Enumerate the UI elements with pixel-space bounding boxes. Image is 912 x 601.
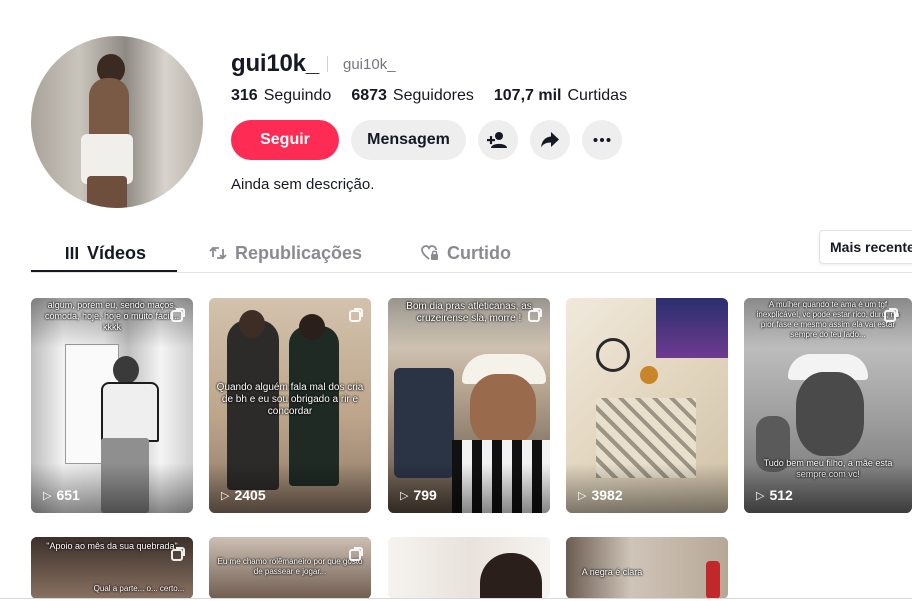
video-tile[interactable]: Bom dia pras atleticanas, as cruzeirense… (388, 298, 550, 513)
profile-stats: 316 Seguindo 6873 Seguidores 107,7 mil Curt… (231, 87, 627, 105)
tab-reposts[interactable]: Republicações (209, 234, 362, 272)
video-tile[interactable]: A negra é clara (566, 537, 728, 599)
following-stat[interactable]: 316 Seguindo (231, 87, 331, 105)
followers-count: 6873 (351, 87, 387, 104)
followers-stat[interactable]: 6873 Seguidores (351, 87, 474, 105)
person-plus-icon (487, 132, 507, 148)
video-views: ▷ 3982 (578, 487, 623, 503)
play-icon: ▷ (221, 489, 230, 502)
video-caption: algum, porém eu, sendo maços, cômoda, ho… (44, 300, 180, 332)
person-shirt (101, 382, 159, 442)
video-view-count: 2405 (234, 487, 266, 503)
person-head (113, 356, 139, 384)
video-caption: A negra é clara (581, 567, 643, 577)
person-face (796, 372, 864, 456)
video-caption: A mulher quando te ama é um tgf inexplic… (756, 300, 900, 339)
tab-videos[interactable]: Vídeos (65, 234, 146, 272)
video-tile[interactable]: algum, porém eu, sendo maços, cômoda, ho… (31, 298, 193, 513)
video-views: ▷ 512 (756, 487, 793, 503)
clothes-rack (394, 368, 454, 478)
fire-extinguisher (706, 561, 720, 599)
share-button[interactable] (530, 120, 570, 160)
following-count: 316 (231, 87, 258, 104)
person-face (470, 374, 536, 446)
share-arrow-icon (541, 132, 559, 148)
page-bottom-edge (0, 598, 912, 599)
handle-divider (327, 56, 328, 72)
video-views: ▷ 2405 (221, 487, 266, 503)
tabs-divider (31, 272, 912, 273)
ellipsis-icon (593, 138, 611, 142)
play-icon: ▷ (578, 489, 587, 502)
video-views: ▷ 799 (400, 487, 437, 503)
profile-bio: Ainda sem descrição. (231, 176, 375, 193)
profile-handle: gui10k_ (343, 56, 396, 73)
more-options-button[interactable] (582, 120, 622, 160)
video-view-count: 799 (413, 487, 437, 503)
video-view-count: 512 (769, 487, 793, 503)
video-view-count: 3982 (591, 487, 623, 503)
repost-icon (209, 246, 227, 260)
pinned-icon (884, 308, 898, 322)
video-tile[interactable]: A mulher quando te ama é um tgf inexplic… (744, 298, 912, 513)
video-tile[interactable] (388, 537, 550, 599)
sort-latest-button[interactable]: Mais recente (819, 230, 912, 264)
profile-username: gui10k_ (231, 50, 319, 77)
following-label: Seguindo (263, 87, 332, 104)
video-caption: "Apoio ao mês da sua quebrada" (46, 541, 178, 551)
pinned-icon (171, 547, 185, 561)
add-friend-button[interactable] (478, 120, 518, 160)
pinned-icon (171, 308, 185, 322)
video-tile[interactable]: Eu me chamo rolêmaneiro por que gosto de… (209, 537, 371, 599)
video-view-count: 651 (56, 487, 80, 503)
video-tile[interactable]: "Apoio ao mês da sua quebrada" Qual a pa… (31, 537, 193, 599)
tab-videos-label: Vídeos (87, 242, 147, 263)
followers-label: Seguidores (392, 87, 474, 104)
tab-liked-label: Curtido (447, 242, 511, 263)
pinned-icon (528, 308, 542, 322)
play-icon: ▷ (400, 489, 409, 502)
grid-bars-icon (66, 247, 78, 259)
avatar-figure-legs (87, 176, 127, 208)
profile-avatar[interactable] (31, 36, 203, 208)
person-left-head (239, 310, 265, 338)
heart-lock-icon (421, 245, 438, 260)
video-tile[interactable]: ▷ 3982 (566, 298, 728, 513)
likes-count: 107,7 mil (493, 87, 562, 104)
follow-button[interactable]: Seguir (231, 120, 339, 160)
video-caption-secondary: Qual a parte... o... certo... (93, 584, 185, 593)
play-icon: ▷ (756, 489, 765, 502)
tab-liked[interactable]: Curtido (421, 234, 511, 272)
background-lights (656, 298, 728, 358)
video-views: ▷ 651 (43, 487, 80, 503)
pinned-icon (349, 547, 363, 561)
video-caption: Eu me chamo rolêmaneiro por que gosto de… (217, 557, 363, 576)
pinned-icon (349, 308, 363, 322)
person-right-head (299, 314, 325, 340)
likes-label: Curtidas (567, 87, 628, 104)
video-caption: Quando alguém fala mal dos cria de bh e … (216, 382, 364, 417)
tab-reposts-label: Republicações (235, 242, 363, 263)
jersey-badge (640, 366, 658, 384)
play-icon: ▷ (43, 489, 52, 502)
jersey-crest (596, 338, 630, 372)
video-tile[interactable]: Quando alguém fala mal dos cria de bh e … (209, 298, 371, 513)
likes-stat: 107,7 mil Curtidas (494, 87, 627, 105)
video-caption: Bom dia pras atleticanas, as cruzeirense… (406, 301, 532, 324)
message-button[interactable]: Mensagem (351, 120, 466, 160)
